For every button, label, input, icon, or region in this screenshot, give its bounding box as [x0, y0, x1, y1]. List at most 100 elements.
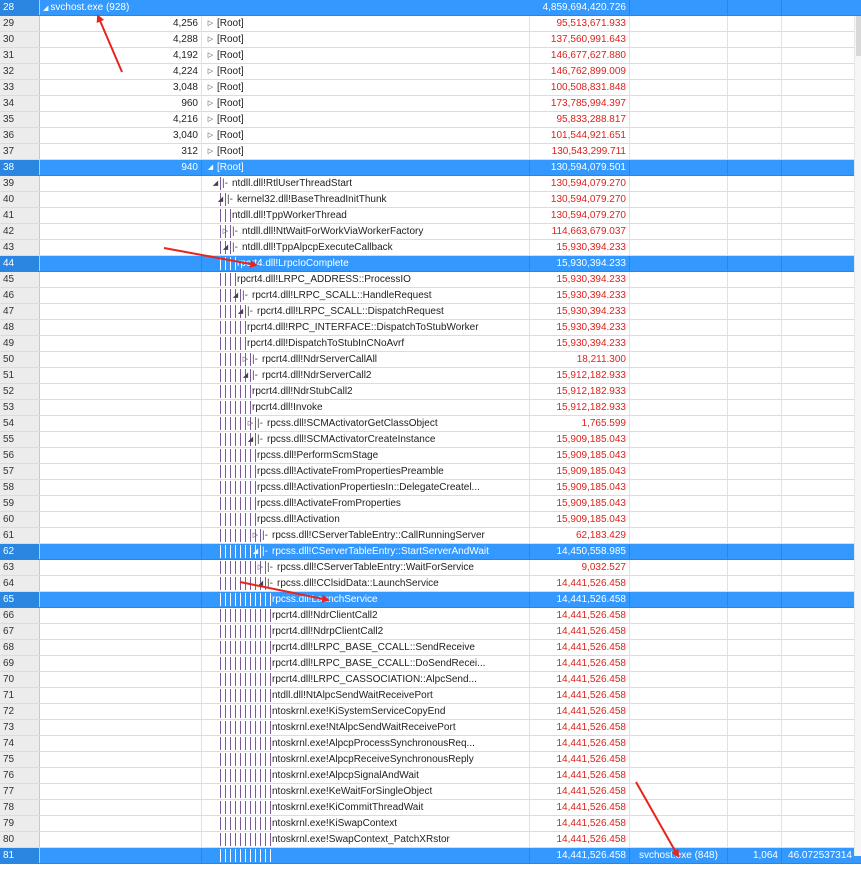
stack-row[interactable]: 63 ▷ |- rpcss.dll!CServerTableEntry::WaitFo…: [0, 560, 861, 576]
count-cell: [40, 672, 202, 687]
stack-row[interactable]: 49 rpcrt4.dll!DispatchToStubInCNoAvrf 15,9…: [0, 336, 861, 352]
stack-row[interactable]: 29 4,256 ▷ [Root] 95,513,671.933: [0, 16, 861, 32]
stack-cell: rpcrt4.dll!RPC_INTERFACE::DispatchToStub…: [202, 320, 530, 335]
tree-guide-line: [240, 593, 241, 606]
expand-triangle-icon[interactable]: ▷: [206, 64, 215, 79]
expand-triangle-icon[interactable]: ▷: [206, 96, 215, 111]
count-cell: 4,216: [40, 112, 202, 127]
stack-row[interactable]: 50 ▷ |- rpcrt4.dll!NdrServerCallAll 18,211.3…: [0, 352, 861, 368]
tree-guide-line: [260, 689, 261, 702]
collapse-triangle-icon[interactable]: ◢: [206, 160, 215, 175]
stack-row[interactable]: 64 ◢ |- rpcss.dll!CClsidData::LaunchService…: [0, 576, 861, 592]
stack-row[interactable]: 51 ◢ |- rpcrt4.dll!NdrServerCall2 15,912,182…: [0, 368, 861, 384]
stack-row[interactable]: 41 ntdll.dll!TppWorkerThread 130,594,079.2…: [0, 208, 861, 224]
stack-row[interactable]: 54 ▷ |- rpcss.dll!SCMActivatorGetClassObjec…: [0, 416, 861, 432]
stack-row[interactable]: 53 rpcrt4.dll!Invoke 15,912,182.933: [0, 400, 861, 416]
process-row-svchost-928[interactable]: 28 ◢ svchost.exe (928) 4,859,694,420.726: [0, 0, 861, 16]
stack-row[interactable]: 33 3,048 ▷ [Root] 100,508,831.848: [0, 80, 861, 96]
stack-row[interactable]: 69 rpcrt4.dll!LRPC_BASE_CCALL::DoSendRece…: [0, 656, 861, 672]
stack-row[interactable]: 43 ◢ |- ntdll.dll!TppAlpcpExecuteCallback 15…: [0, 240, 861, 256]
stack-frame-label: [Root]: [217, 162, 244, 173]
stack-row[interactable]: 48 rpcrt4.dll!RPC_INTERFACE::DispatchToSt…: [0, 320, 861, 336]
stack-row[interactable]: 67 rpcrt4.dll!NdrpClientCall2 14,441,526.4…: [0, 624, 861, 640]
stack-row[interactable]: 52 rpcrt4.dll!NdrStubCall2 15,912,182.933: [0, 384, 861, 400]
stack-row[interactable]: 59 rpcss.dll!ActivateFromProperties 15,909…: [0, 496, 861, 512]
stack-row[interactable]: 39 ◢ |- ntdll.dll!RtlUserThreadStart 130,594…: [0, 176, 861, 192]
expand-triangle-icon[interactable]: ▷: [251, 528, 260, 543]
collapse-triangle-icon[interactable]: ◢: [211, 176, 220, 191]
stack-row[interactable]: 72 ntoskrnl.exe!KiSystemServiceCopyEnd 14,…: [0, 704, 861, 720]
collapse-triangle-icon[interactable]: ◢: [221, 240, 230, 255]
stack-row[interactable]: 70 rpcrt4.dll!LRPC_CASSOCIATION::AlpcSend…: [0, 672, 861, 688]
stack-row[interactable]: 42 ▷ |- ntdll.dll!NtWaitForWorkViaWorkerFac…: [0, 224, 861, 240]
stack-row[interactable]: 38 940 ◢ [Root] 130,594,079.501: [0, 160, 861, 176]
stack-row[interactable]: 77 ntoskrnl.exe!KeWaitForSingleObject 14,4…: [0, 784, 861, 800]
tree-guide-line: [245, 513, 246, 526]
stack-row[interactable]: 37 312 ▷ [Root] 130,543,299.711: [0, 144, 861, 160]
stack-row[interactable]: 55 ◢ |- rpcss.dll!SCMActivatorCreateInstanc…: [0, 432, 861, 448]
tree-guide-line: [260, 529, 261, 542]
scrollbar-thumb[interactable]: [856, 16, 861, 56]
stack-row[interactable]: 31 4,192 ▷ [Root] 146,677,627.880: [0, 48, 861, 64]
stack-row[interactable]: 45 rpcrt4.dll!LRPC_ADDRESS::ProcessIO 15,9…: [0, 272, 861, 288]
expand-triangle-icon[interactable]: ▷: [256, 560, 265, 575]
stack-row[interactable]: 79 ntoskrnl.exe!KiSwapContext 14,441,526.4…: [0, 816, 861, 832]
line-number: 57: [0, 464, 40, 479]
expand-triangle-icon[interactable]: ▷: [206, 112, 215, 127]
stack-row[interactable]: 32 4,224 ▷ [Root] 146,762,899.009: [0, 64, 861, 80]
collapse-triangle-icon[interactable]: ◢: [256, 576, 265, 591]
collapse-triangle-icon[interactable]: ◢: [241, 368, 250, 383]
vertical-scrollbar[interactable]: [854, 16, 861, 856]
expand-triangle-icon[interactable]: ▷: [206, 80, 215, 95]
stack-cell: ▷ [Root]: [202, 32, 530, 47]
stack-row[interactable]: 44 rpcrt4.dll!LrpcIoComplete 15,930,394.23…: [0, 256, 861, 272]
expand-triangle-icon[interactable]: ▷: [221, 224, 230, 239]
stack-row[interactable]: 68 rpcrt4.dll!LRPC_BASE_CCALL::SendReceiv…: [0, 640, 861, 656]
stack-row[interactable]: 65 rpcss.dll!LaunchService 14,441,526.458: [0, 592, 861, 608]
stack-row[interactable]: 73 ntoskrnl.exe!NtAlpcSendWaitReceivePort…: [0, 720, 861, 736]
expand-triangle-icon[interactable]: ◢: [43, 5, 48, 12]
stack-row[interactable]: 76 ntoskrnl.exe!AlpcpSignalAndWait 14,441,…: [0, 768, 861, 784]
expand-triangle-icon[interactable]: ▷: [246, 416, 255, 431]
stack-row[interactable]: 47 ◢ |- rpcrt4.dll!LRPC_SCALL::DispatchRequ…: [0, 304, 861, 320]
stack-row[interactable]: 56 rpcss.dll!PerformScmStage 15,909,185.04…: [0, 448, 861, 464]
stack-row[interactable]: 34 960 ▷ [Root] 173,785,994.397: [0, 96, 861, 112]
collapse-triangle-icon[interactable]: ◢: [216, 192, 225, 207]
stack-row[interactable]: 66 rpcrt4.dll!NdrClientCall2 14,441,526.45…: [0, 608, 861, 624]
tree-guide-line: [235, 561, 236, 574]
empty-cell: [728, 512, 782, 527]
stack-cell: rpcrt4.dll!NdrpClientCall2: [202, 624, 530, 639]
stack-row[interactable]: 80 ntoskrnl.exe!SwapContext_PatchXRstor 14…: [0, 832, 861, 848]
collapse-triangle-icon[interactable]: ◢: [231, 288, 240, 303]
stack-frame-label: rpcss.dll!SCMActivatorCreateInstance: [267, 434, 436, 445]
line-number: 29: [0, 16, 40, 31]
expand-triangle-icon[interactable]: ▷: [206, 16, 215, 31]
stack-row[interactable]: 58 rpcss.dll!ActivationPropertiesIn::Dele…: [0, 480, 861, 496]
expand-triangle-icon[interactable]: ▷: [241, 352, 250, 367]
stack-row[interactable]: 30 4,288 ▷ [Root] 137,560,991.643: [0, 32, 861, 48]
stack-row[interactable]: 60 rpcss.dll!Activation 15,909,185.043: [0, 512, 861, 528]
collapse-triangle-icon[interactable]: ◢: [246, 432, 255, 447]
collapse-triangle-icon[interactable]: ◢: [251, 544, 260, 559]
tree-guide-line: [225, 305, 226, 318]
expand-triangle-icon[interactable]: ▷: [206, 144, 215, 159]
stack-row[interactable]: 75 ntoskrnl.exe!AlpcpReceiveSynchronousRe…: [0, 752, 861, 768]
stack-row[interactable]: 57 rpcss.dll!ActivateFromPropertiesPreamb…: [0, 464, 861, 480]
stack-row[interactable]: 71 ntdll.dll!NtAlpcSendWaitReceivePort 14,…: [0, 688, 861, 704]
expand-triangle-icon[interactable]: ▷: [206, 48, 215, 63]
process-row-svchost-848[interactable]: 81 14,441,526.458 svchost.exe (848) 1,06…: [0, 848, 861, 864]
stack-row[interactable]: 36 3,040 ▷ [Root] 101,544,921.651: [0, 128, 861, 144]
stack-row[interactable]: 78 ntoskrnl.exe!KiCommitThreadWait 14,441,…: [0, 800, 861, 816]
stack-row[interactable]: 40 ◢ |- kernel32.dll!BaseThreadInitThunk 130…: [0, 192, 861, 208]
count-cell: [40, 320, 202, 335]
weight-cell: 14,441,526.458: [530, 736, 630, 751]
collapse-triangle-icon[interactable]: ◢: [236, 304, 245, 319]
stack-row[interactable]: 61 ▷ |- rpcss.dll!CServerTableEntry::CallRu…: [0, 528, 861, 544]
stack-row[interactable]: 35 4,216 ▷ [Root] 95,833,288.817: [0, 112, 861, 128]
stack-row[interactable]: 46 ◢ |- rpcrt4.dll!LRPC_SCALL::HandleReques…: [0, 288, 861, 304]
empty-cell: [728, 768, 782, 783]
stack-row[interactable]: 74 ntoskrnl.exe!AlpcpProcessSynchronousRe…: [0, 736, 861, 752]
expand-triangle-icon[interactable]: ▷: [206, 32, 215, 47]
expand-triangle-icon[interactable]: ▷: [206, 128, 215, 143]
stack-row[interactable]: 62 ◢ |- rpcss.dll!CServerTableEntry::StartS…: [0, 544, 861, 560]
